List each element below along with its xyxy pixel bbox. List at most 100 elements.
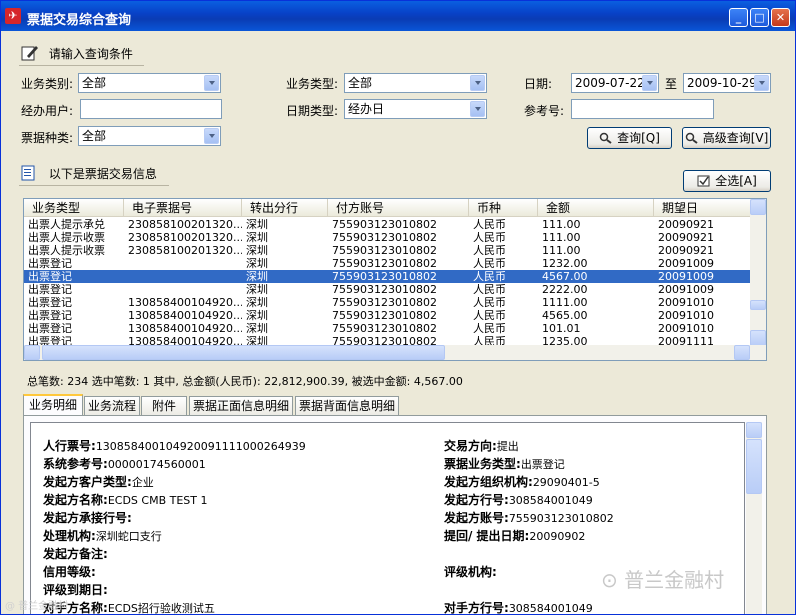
table-cell: 深圳 (246, 218, 268, 231)
field-value: 00000174560001 (107, 458, 206, 471)
table-cell: 出票人提示收票 (28, 231, 105, 244)
title-bar[interactable]: ✈ 票据交易综合查询 _ □ ✕ (1, 1, 795, 31)
tab-business-detail[interactable]: 业务明细 (23, 394, 83, 416)
field-label: 发起方组织机构: (444, 475, 533, 489)
date-from-picker[interactable]: 2009-07-22 (571, 73, 659, 93)
scroll-down-icon[interactable] (750, 330, 766, 346)
detail-field: 发起方客户类型:企业 (43, 473, 154, 490)
table-cell: 出票登记 (28, 283, 72, 296)
table-row[interactable]: 出票登记 130858400104920... 深圳 755903123010802 人… (24, 296, 752, 309)
detail-field: 评级到期日: (43, 581, 108, 598)
horizontal-scrollbar[interactable] (24, 345, 766, 360)
table-cell: 2222.00 (542, 283, 588, 296)
vertical-scrollbar[interactable] (746, 422, 762, 614)
table-cell: 755903123010802 (332, 244, 437, 257)
table-cell: 20090921 (658, 231, 714, 244)
scroll-up-icon[interactable] (750, 199, 766, 215)
table-cell: 111.00 (542, 218, 581, 231)
transaction-table[interactable]: 业务类型 电子票据号 转出分行 付方账号 币种 金额 期望日 出票人提示承兑 23… (23, 198, 767, 361)
table-row[interactable]: 出票人提示承兑 230858100201320... 深圳 7559031230108… (24, 218, 752, 231)
advanced-query-button[interactable]: 高级查询[V] (682, 127, 771, 149)
table-row[interactable]: 出票登记 130858400104920... 深圳 755903123010802 人… (24, 322, 752, 335)
select-all-button[interactable]: 全选[A] (683, 170, 771, 192)
table-cell: 111.00 (542, 231, 581, 244)
table-cell: 深圳 (246, 283, 268, 296)
list-section-header: 以下是票据交易信息 (21, 165, 157, 182)
column-header[interactable]: 币种 (469, 199, 538, 217)
field-value: ECDS CMB TEST 1 (107, 494, 208, 507)
query-button[interactable]: 查询[Q] (587, 127, 672, 149)
date-to-picker[interactable]: 2009-10-29 (683, 73, 771, 93)
scroll-up-icon[interactable] (746, 422, 762, 438)
handler-input[interactable] (80, 99, 222, 119)
table-row[interactable]: 出票人提示收票 230858100201320... 深圳 7559031230108… (24, 244, 752, 257)
chevron-down-icon[interactable] (204, 128, 219, 144)
table-cell: 230858100201320... (128, 218, 242, 231)
field-label: 对手方行号: (444, 601, 509, 615)
column-header[interactable]: 期望日 (654, 199, 754, 217)
table-cell: 人民币 (473, 309, 506, 322)
column-header[interactable]: 业务类型 (24, 199, 124, 217)
table-row[interactable]: 出票登记 深圳 755903123010802 人民币 2222.00 20091009 (24, 283, 752, 296)
close-button[interactable]: ✕ (771, 8, 790, 27)
table-cell: 人民币 (473, 231, 506, 244)
bill-type-label: 票据种类: (21, 131, 74, 145)
table-row[interactable]: 出票登记 深圳 755903123010802 人民币 1232.00 20091009 (24, 257, 752, 270)
table-row[interactable]: 出票登记 深圳 755903123010802 人民币 4567.00 20091009 (24, 270, 752, 283)
table-cell: 深圳 (246, 231, 268, 244)
biz-type-value: 全部 (348, 76, 373, 90)
table-cell: 人民币 (473, 257, 506, 270)
date-type-select[interactable]: 经办日 (344, 99, 487, 119)
table-cell: 755903123010802 (332, 270, 437, 283)
detail-field: 提回/ 提出日期:20090902 (444, 527, 585, 544)
biz-type-select[interactable]: 全部 (344, 73, 487, 93)
tab-attachment[interactable]: 附件 (141, 396, 187, 415)
select-all-icon (697, 175, 710, 187)
minimize-button[interactable]: _ (729, 8, 748, 27)
detail-field: 处理机构:深圳蛇口支行 (43, 527, 162, 544)
chevron-down-icon[interactable] (470, 101, 485, 117)
biz-category-select[interactable]: 全部 (78, 73, 221, 93)
chevron-down-icon[interactable] (642, 75, 657, 91)
table-cell: 出票人提示收票 (28, 244, 105, 257)
maximize-button[interactable]: □ (750, 8, 769, 27)
column-header[interactable]: 电子票据号 (124, 199, 242, 217)
tab-business-flow[interactable]: 业务流程 (84, 396, 140, 415)
table-cell: 人民币 (473, 270, 506, 283)
scroll-thumb[interactable] (42, 345, 445, 360)
field-value: 130858400104920091111000264939 (95, 440, 306, 453)
field-label: 发起方备注: (43, 547, 108, 561)
field-value: 308584001049 (508, 494, 593, 507)
column-header[interactable]: 转出分行 (242, 199, 328, 217)
list-icon (21, 165, 35, 181)
bill-type-select[interactable]: 全部 (78, 126, 221, 146)
chevron-down-icon[interactable] (754, 75, 769, 91)
vertical-scrollbar[interactable] (750, 199, 766, 346)
scroll-thumb[interactable] (750, 300, 766, 310)
column-header[interactable]: 金额 (538, 199, 654, 217)
chevron-down-icon[interactable] (204, 75, 219, 91)
scroll-right-icon[interactable] (734, 345, 750, 360)
table-cell: 20091009 (658, 283, 714, 296)
field-label: 票据业务类型: (444, 457, 521, 471)
ref-input[interactable] (571, 99, 714, 119)
tab-bill-back[interactable]: 票据背面信息明细 (295, 396, 399, 415)
chevron-down-icon[interactable] (470, 75, 485, 91)
app-icon: ✈ (5, 8, 21, 24)
field-value: 出票登记 (520, 458, 565, 471)
table-row[interactable]: 出票人提示收票 230858100201320... 深圳 7559031230108… (24, 231, 752, 244)
table-cell: 深圳 (246, 244, 268, 257)
scroll-thumb[interactable] (746, 439, 762, 494)
table-cell: 130858400104920... (128, 296, 242, 309)
field-value: 20090902 (529, 530, 586, 543)
field-label: 评级机构: (444, 565, 497, 579)
table-cell: 深圳 (246, 296, 268, 309)
table-row[interactable]: 出票登记 130858400104920... 深圳 755903123010802 人… (24, 309, 752, 322)
detail-field: 评级机构: (444, 563, 497, 580)
table-cell: 755903123010802 (332, 231, 437, 244)
table-cell (124, 270, 242, 283)
scroll-left-icon[interactable] (24, 345, 40, 360)
column-header[interactable]: 付方账号 (328, 199, 469, 217)
table-cell: 20091009 (658, 270, 714, 283)
tab-bill-front[interactable]: 票据正面信息明细 (189, 396, 293, 415)
